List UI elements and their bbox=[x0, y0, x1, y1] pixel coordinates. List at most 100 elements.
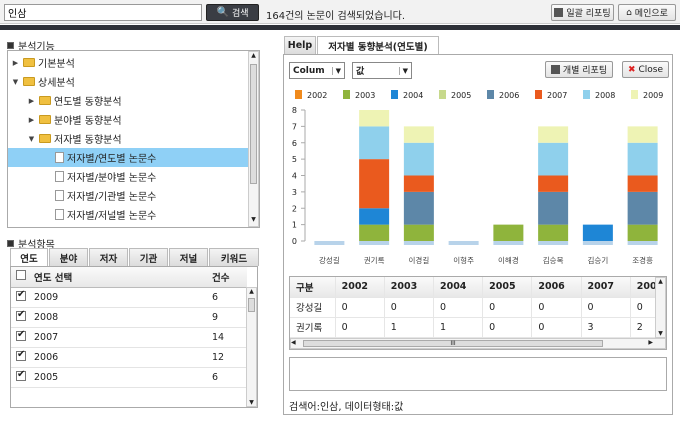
empty-info-box bbox=[289, 357, 667, 391]
bar-segment[interactable] bbox=[538, 191, 569, 225]
bar-segment[interactable] bbox=[538, 126, 569, 143]
bar-base bbox=[493, 241, 524, 245]
select-all-cell[interactable] bbox=[11, 267, 29, 288]
scroll-up-icon[interactable]: ▲ bbox=[656, 278, 665, 285]
year-row[interactable]: 20089 bbox=[11, 307, 247, 328]
chevron-down-icon[interactable]: ▼ bbox=[27, 135, 36, 143]
scroll-up-icon[interactable]: ▲ bbox=[247, 288, 256, 295]
chevron-right-icon[interactable]: ▶ bbox=[11, 59, 20, 67]
bar-segment[interactable] bbox=[359, 110, 390, 127]
bar-segment[interactable] bbox=[359, 224, 390, 241]
tree-scroll-thumb[interactable] bbox=[250, 64, 257, 184]
tab-item-2[interactable]: 저자 bbox=[89, 248, 128, 266]
bar-segment[interactable] bbox=[493, 224, 524, 241]
bar-segment[interactable] bbox=[403, 224, 434, 241]
document-icon bbox=[55, 152, 64, 163]
chevron-down-icon[interactable]: ▼ bbox=[11, 78, 20, 86]
x-tick-label: 권기록 bbox=[364, 256, 385, 265]
tree-item[interactable]: ▼ 상세분석 bbox=[8, 72, 248, 91]
year-row[interactable]: 20096 bbox=[11, 287, 247, 308]
row-checkbox[interactable] bbox=[16, 309, 26, 321]
home-button[interactable]: ⌂ 메인으로 bbox=[618, 4, 676, 21]
row-checkbox[interactable] bbox=[16, 349, 26, 361]
bar-segment[interactable] bbox=[627, 126, 658, 143]
document-icon bbox=[55, 171, 64, 182]
bar-segment[interactable] bbox=[403, 175, 434, 192]
column-select[interactable]: Colum ▼ bbox=[289, 62, 345, 79]
table-hscroll-thumb[interactable]: III bbox=[303, 340, 603, 347]
legend-swatch bbox=[439, 90, 446, 99]
row-checkbox[interactable] bbox=[16, 329, 26, 341]
table-hscrollbar[interactable]: ◀ III ▶ bbox=[290, 338, 666, 349]
tree-item[interactable]: ▶ 분야별 동향분석 bbox=[8, 110, 248, 129]
scroll-down-icon[interactable]: ▼ bbox=[656, 330, 665, 337]
tree-item[interactable]: 저자별/분야별 논문수 bbox=[8, 167, 248, 186]
year-scroll-thumb[interactable] bbox=[248, 298, 255, 312]
col-count: 건수 bbox=[207, 267, 247, 288]
scroll-right-icon[interactable]: ▶ bbox=[648, 339, 653, 346]
row-check-cell[interactable] bbox=[11, 327, 29, 348]
x-tick-label: 조경흥 bbox=[632, 255, 653, 265]
tree-item-label: 상세분석 bbox=[38, 78, 75, 89]
tree-item[interactable]: 저자별/기관별 논문수 bbox=[8, 186, 248, 205]
tree-item[interactable]: ▶ 연도별 동향분석 bbox=[8, 91, 248, 110]
tab-item-5[interactable]: 키워드 bbox=[209, 248, 259, 266]
row-checkbox[interactable] bbox=[16, 369, 26, 381]
tree-scrollbar[interactable]: ▲ ▼ bbox=[248, 51, 259, 227]
select-all-checkbox[interactable] bbox=[16, 270, 26, 281]
tab-item-1[interactable]: 분야 bbox=[49, 248, 88, 266]
col-category: 구분 bbox=[290, 277, 336, 298]
tab-help[interactable]: Help bbox=[284, 36, 316, 54]
row-checkbox[interactable] bbox=[16, 289, 26, 301]
row-check-cell[interactable] bbox=[11, 347, 29, 368]
individual-report-button[interactable]: 개별 리포팅 bbox=[545, 61, 613, 78]
bar-segment[interactable] bbox=[403, 126, 434, 143]
tree-item-label: 저자별/분야별 논문수 bbox=[67, 173, 157, 184]
value-select[interactable]: 값 ▼ bbox=[352, 62, 412, 79]
batch-report-button[interactable]: 일괄 리포팅 bbox=[551, 4, 614, 21]
bar-segment[interactable] bbox=[627, 142, 658, 176]
close-button[interactable]: ✖ Close bbox=[622, 61, 669, 78]
row-check-cell[interactable] bbox=[11, 367, 29, 388]
tab-item-3[interactable]: 기관 bbox=[129, 248, 168, 266]
bar-segment[interactable] bbox=[359, 126, 390, 160]
chevron-right-icon[interactable]: ▶ bbox=[27, 97, 36, 105]
year-list-scrollbar[interactable]: ▲ ▼ bbox=[246, 287, 257, 407]
tab-item-0[interactable]: 연도 bbox=[10, 248, 48, 266]
row-check-cell[interactable] bbox=[11, 287, 29, 308]
scroll-down-icon[interactable]: ▼ bbox=[249, 216, 258, 226]
search-input[interactable] bbox=[4, 4, 202, 21]
bar-segment[interactable] bbox=[359, 159, 390, 209]
chevron-down-icon: ▼ bbox=[398, 66, 408, 75]
tree-item[interactable]: ▼ 저자별 동향분석 bbox=[8, 129, 248, 148]
scroll-up-icon[interactable]: ▲ bbox=[249, 52, 258, 62]
bar-segment[interactable] bbox=[359, 208, 390, 225]
scroll-down-icon[interactable]: ▼ bbox=[247, 399, 256, 406]
legend-swatch bbox=[391, 90, 398, 99]
year-row[interactable]: 200714 bbox=[11, 327, 247, 348]
year-cell: 2005 bbox=[29, 367, 207, 388]
table-vscrollbar[interactable]: ▲ ▼ bbox=[655, 277, 666, 338]
year-row[interactable]: 20056 bbox=[11, 367, 247, 388]
bar-segment[interactable] bbox=[403, 142, 434, 176]
bar-segment[interactable] bbox=[538, 224, 569, 241]
bar-segment[interactable] bbox=[403, 191, 434, 225]
bar-segment[interactable] bbox=[627, 224, 658, 241]
scroll-left-icon[interactable]: ◀ bbox=[291, 339, 296, 346]
tree-item[interactable]: 저자별/연도별 논문수 bbox=[8, 148, 248, 167]
bar-segment[interactable] bbox=[582, 224, 613, 241]
year-row[interactable]: 200612 bbox=[11, 347, 247, 368]
legend-label: 2006 bbox=[499, 91, 519, 100]
tree-item[interactable]: 저자별/저널별 논문수 bbox=[8, 205, 248, 224]
bar-segment[interactable] bbox=[627, 191, 658, 225]
year-cell: 2008 bbox=[29, 307, 207, 328]
tree-item[interactable]: ▶ 기본분석 bbox=[8, 53, 248, 72]
tab-item-4[interactable]: 저널 bbox=[169, 248, 208, 266]
chevron-right-icon[interactable]: ▶ bbox=[27, 116, 36, 124]
bar-segment[interactable] bbox=[627, 175, 658, 192]
bar-segment[interactable] bbox=[538, 142, 569, 176]
search-button[interactable]: 🔍 검색 bbox=[206, 4, 259, 21]
bar-segment[interactable] bbox=[538, 175, 569, 192]
row-check-cell[interactable] bbox=[11, 307, 29, 328]
tab-author-yearly[interactable]: 저자별 동향분석(연도별) bbox=[317, 36, 439, 54]
